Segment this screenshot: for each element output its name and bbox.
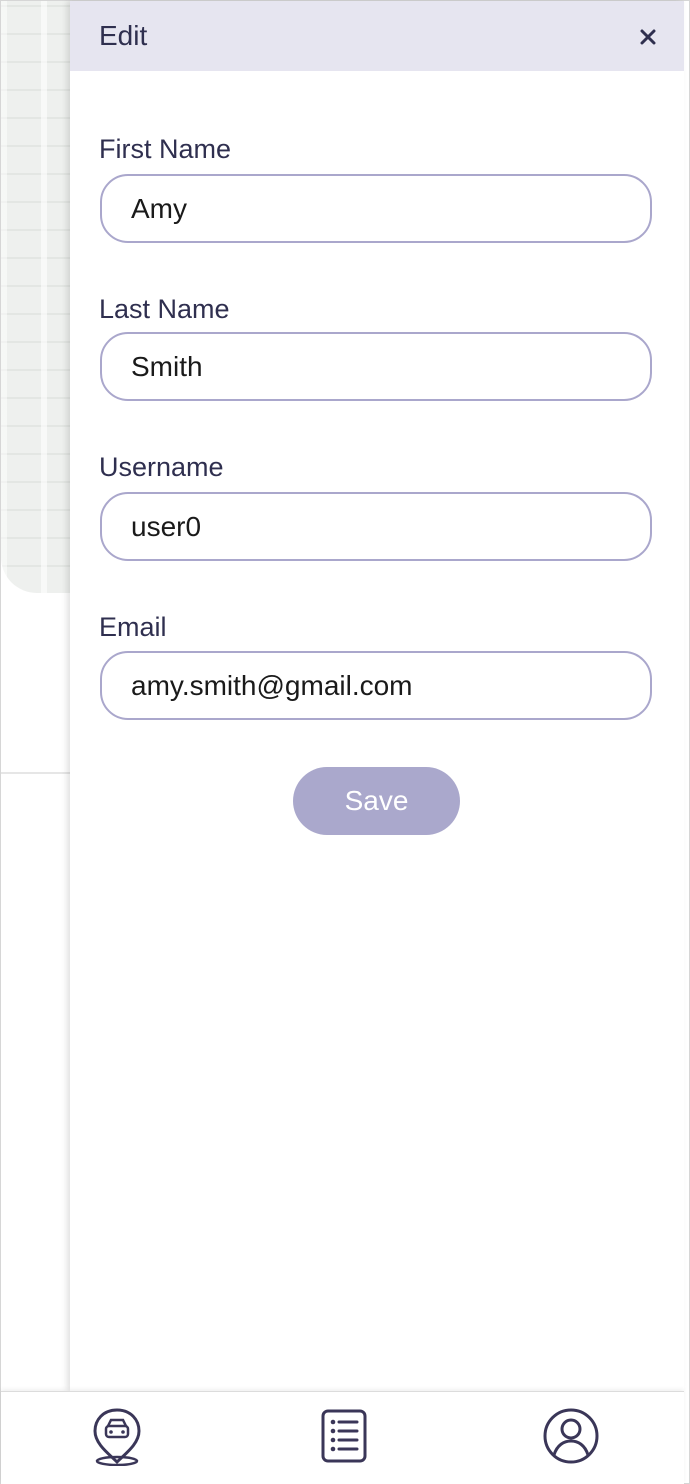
nav-profile-button[interactable]: [541, 1406, 601, 1466]
username-label: Username: [99, 452, 224, 482]
user-profile-icon: [543, 1408, 599, 1464]
close-button[interactable]: [634, 23, 662, 51]
email-input[interactable]: [100, 651, 652, 720]
save-button[interactable]: Save: [293, 767, 460, 835]
drawer-title: Edit: [99, 20, 148, 51]
last-name-input[interactable]: [100, 332, 652, 401]
first-name-input[interactable]: [100, 174, 652, 243]
last-name-label: Last Name: [99, 294, 230, 324]
username-input[interactable]: [100, 492, 652, 561]
edit-drawer: Edit First Name Last Name Username Email…: [70, 1, 684, 1391]
bottom-navigation: [1, 1391, 684, 1484]
close-icon: [640, 29, 656, 45]
email-label: Email: [99, 612, 167, 642]
nav-list-button[interactable]: [314, 1406, 374, 1466]
first-name-label: First Name: [99, 134, 232, 164]
nav-map-button[interactable]: [87, 1406, 147, 1466]
list-icon: [321, 1409, 367, 1463]
drawer-header: Edit: [70, 1, 684, 71]
map-pin-car-icon: [93, 1408, 141, 1466]
